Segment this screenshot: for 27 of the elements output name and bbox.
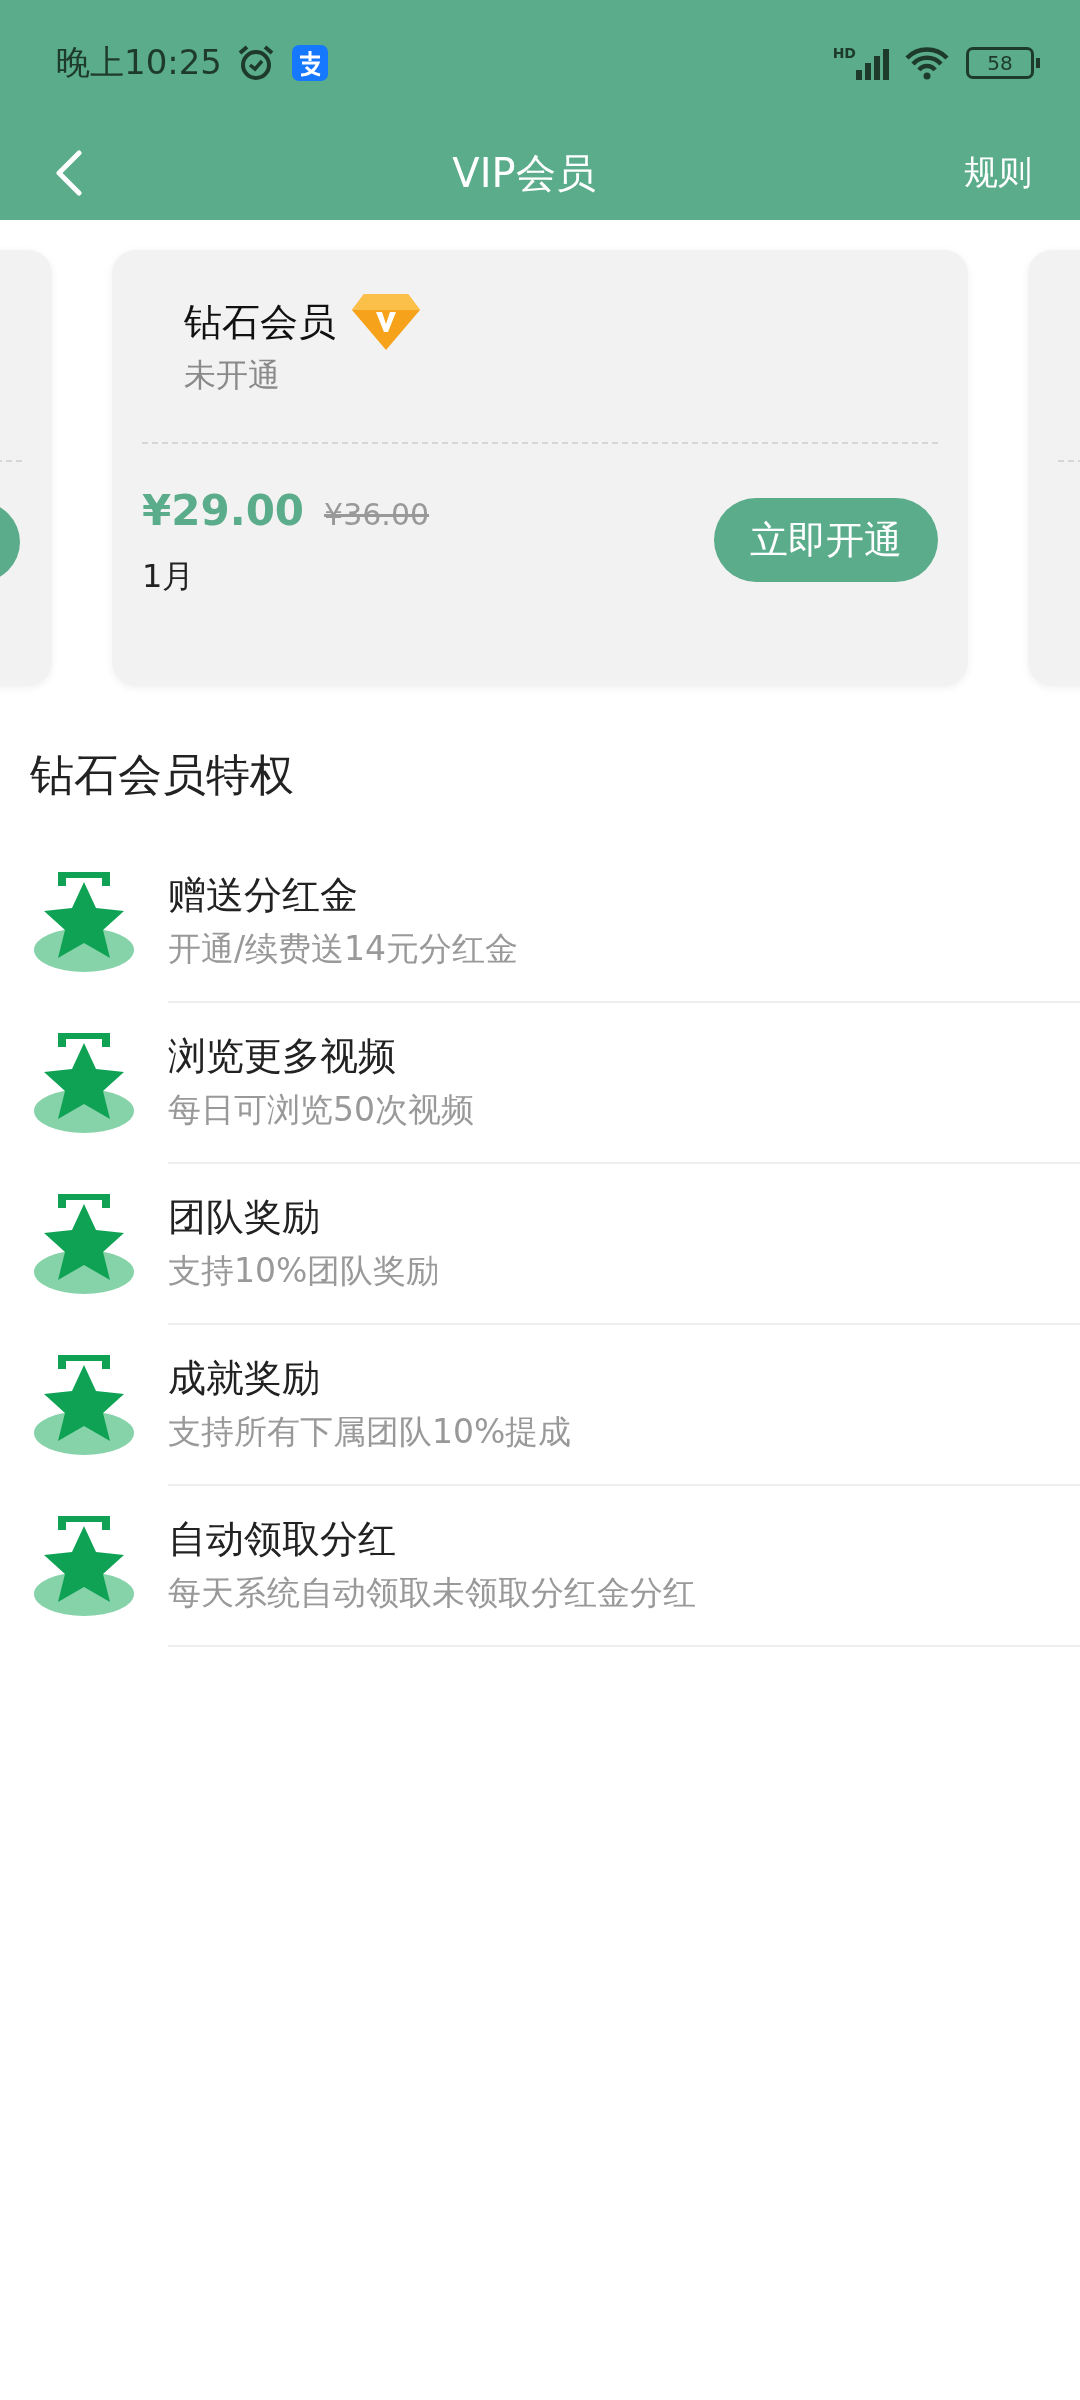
alarm-clock-icon [236,43,276,83]
privilege-title: 浏览更多视频 [168,1032,397,1080]
price: ¥29.00 [142,486,305,535]
plan-period: 1月 [142,556,196,597]
privilege-title: 团队奖励 [168,1193,321,1241]
privilege-title: 成就奖励 [168,1354,321,1402]
rules-link[interactable]: 规则 [964,150,1032,196]
privilege-title: 赠送分红金 [168,871,359,919]
plan-name: 钻石会员 [184,298,336,346]
privilege-description: 支持10%团队奖励 [168,1249,441,1292]
privilege-description: 每日可浏览50次视频 [168,1088,475,1131]
privilege-title: 自动领取分红 [168,1515,397,1563]
privilege-description: 支持所有下属团队10%提成 [168,1410,573,1453]
open-button[interactable]: 立即开通 [714,498,938,582]
privilege-description: 每天系统自动领取未领取分红金分红 [168,1571,697,1614]
payment-app-icon [292,45,328,81]
battery-level: 58 [987,51,1013,75]
network-type: HD [832,45,856,61]
plan-card[interactable]: 钻石会员 未开通 ¥29.00 ¥36.00 1月 立即开通 [112,250,968,686]
section-title: 钻石会员特权 [29,748,295,802]
wifi-icon [904,46,950,80]
page-title: VIP会员 [452,148,596,198]
back-icon[interactable] [54,150,84,196]
privilege-description: 开通/续费送14元分红金 [168,927,520,970]
original-price: ¥36.00 [324,497,430,532]
plan-status: 未开通 [183,355,281,396]
status-time: 晚上10:25 [56,41,222,84]
